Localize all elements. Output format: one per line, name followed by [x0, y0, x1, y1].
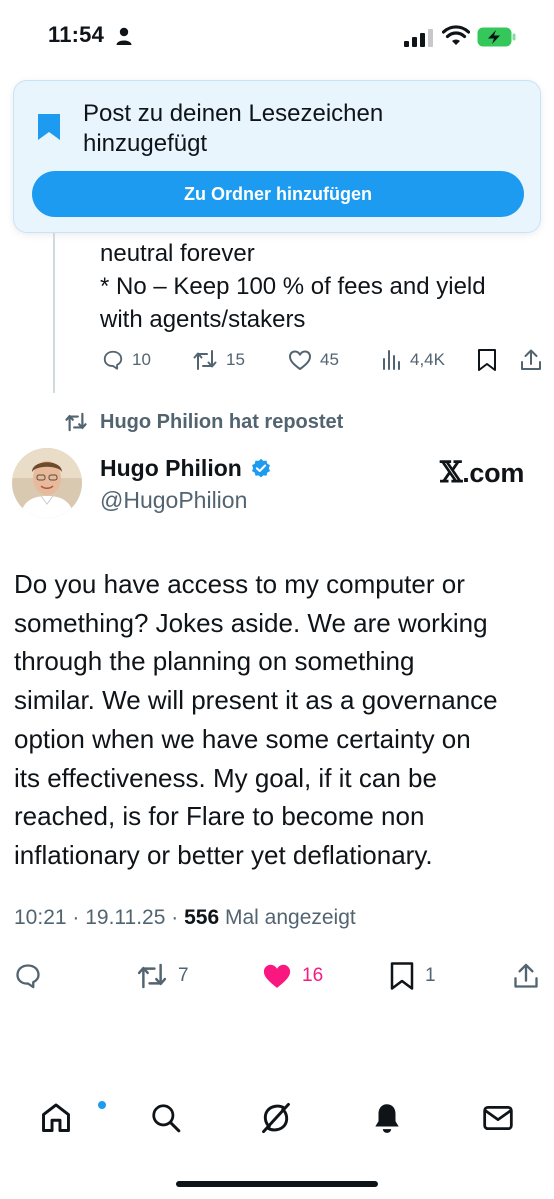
bookmark-icon [478, 349, 496, 371]
previous-post-line: with agents/stakers [100, 306, 306, 333]
like-count: 16 [302, 965, 324, 986]
reply-icon [103, 350, 123, 370]
nav-grok[interactable] [256, 1098, 296, 1138]
post-date: 19.11.25 [85, 906, 166, 929]
previous-post-line: * No – Keep 100 % of fees and yield [100, 273, 486, 300]
previous-post-line: neutral forever [100, 240, 255, 267]
reply-button[interactable] [14, 957, 42, 995]
repost-icon [193, 350, 217, 370]
nav-notifications[interactable] [367, 1098, 407, 1138]
grok-icon [262, 1102, 290, 1134]
home-icon [42, 1103, 70, 1132]
share-icon [521, 349, 541, 370]
post-line: something? Jokes aside. We are working [14, 607, 488, 638]
views-count: 556 [184, 906, 220, 929]
repost-header-label: Hugo Philion hat repostet [100, 410, 344, 433]
status-time: 11:54 [48, 22, 105, 47]
share-icon [514, 963, 538, 988]
search-icon [152, 1104, 181, 1133]
post-line: similar. We will present it as a governa… [14, 685, 498, 716]
views-icon [383, 350, 400, 370]
notification-dot [97, 1100, 107, 1110]
wifi-icon [442, 25, 470, 45]
x-com-text: .com [462, 458, 525, 488]
post-line: through the planning on something [14, 646, 415, 677]
previous-post-actions: 10 15 45 4,4K [100, 343, 545, 377]
repost-count: 15 [226, 350, 245, 369]
author-handle[interactable]: @HugoPhilion [100, 487, 247, 514]
avatar[interactable] [12, 448, 82, 518]
bookmark-button[interactable]: 1 [389, 957, 436, 995]
add-to-folder-button[interactable]: Zu Ordner hinzufügen [32, 171, 524, 217]
previous-post-text: neutral forever * No – Keep 100 % of fee… [100, 237, 540, 336]
repost-icon [65, 412, 87, 432]
x-logo-icon: 𝕏 [440, 455, 463, 489]
share-button[interactable] [513, 957, 539, 995]
post-line: reached, is for Flare to become non [14, 801, 425, 832]
bookmark-button[interactable] [477, 343, 497, 377]
repost-count: 7 [178, 965, 189, 986]
person-icon [116, 27, 132, 45]
share-button[interactable] [520, 343, 542, 377]
verified-badge-icon [251, 458, 270, 477]
bookmark-count: 1 [425, 965, 436, 986]
post-time: 10:21 [14, 906, 67, 929]
status-bar: 11:54 [0, 0, 554, 72]
home-indicator[interactable] [176, 1181, 378, 1187]
repost-header[interactable]: Hugo Philion hat repostet [64, 407, 343, 437]
bookmark-icon [390, 962, 414, 990]
author-name[interactable]: Hugo Philion [100, 455, 272, 482]
views-label: Mal angezeigt [224, 906, 356, 929]
like-icon [263, 964, 291, 988]
nav-home[interactable] [36, 1098, 107, 1138]
reply-icon [16, 964, 40, 989]
battery-charging-icon [477, 27, 516, 47]
nav-messages[interactable] [478, 1098, 518, 1138]
like-icon [289, 350, 311, 370]
reply-count: 10 [132, 350, 151, 369]
bookmark-icon [38, 114, 60, 140]
post-meta: 10:21 · 19.11.25 · 556 Mal angezeigt [14, 906, 356, 929]
post-line: its effectiveness. My goal, if it can be [14, 762, 437, 793]
messages-icon [483, 1105, 513, 1131]
like-count: 45 [320, 350, 339, 369]
x-com-logo: 𝕏.com [440, 455, 524, 489]
views-count: 4,4K [410, 350, 445, 369]
post-text: Do you have access to my computer or som… [14, 565, 544, 875]
repost-icon [137, 963, 167, 989]
thread-line [53, 233, 55, 393]
repost-button[interactable]: 15 [192, 343, 245, 377]
reply-button[interactable]: 10 [102, 343, 151, 377]
post-line: option when we have some certainty on [14, 723, 471, 754]
views-button[interactable]: 4,4K [382, 343, 445, 377]
like-button[interactable]: 45 [288, 343, 339, 377]
repost-button[interactable]: 7 [136, 957, 189, 995]
post-line: inflationary or better yet deflationary. [14, 839, 433, 870]
bookmark-toast: Post zu deinen Lesezeichen hinzugefügt Z… [13, 80, 541, 233]
bottom-nav [0, 1088, 554, 1148]
post-line: Do you have access to my computer or [14, 569, 465, 599]
author-name-text: Hugo Philion [100, 455, 242, 481]
signal-icon [404, 29, 433, 47]
like-button[interactable]: 16 [262, 957, 323, 995]
post-actions: 7 16 1 [0, 957, 554, 995]
nav-search[interactable] [146, 1098, 186, 1138]
toast-message: Post zu deinen Lesezeichen hinzugefügt [83, 100, 384, 157]
notifications-icon [375, 1104, 399, 1133]
